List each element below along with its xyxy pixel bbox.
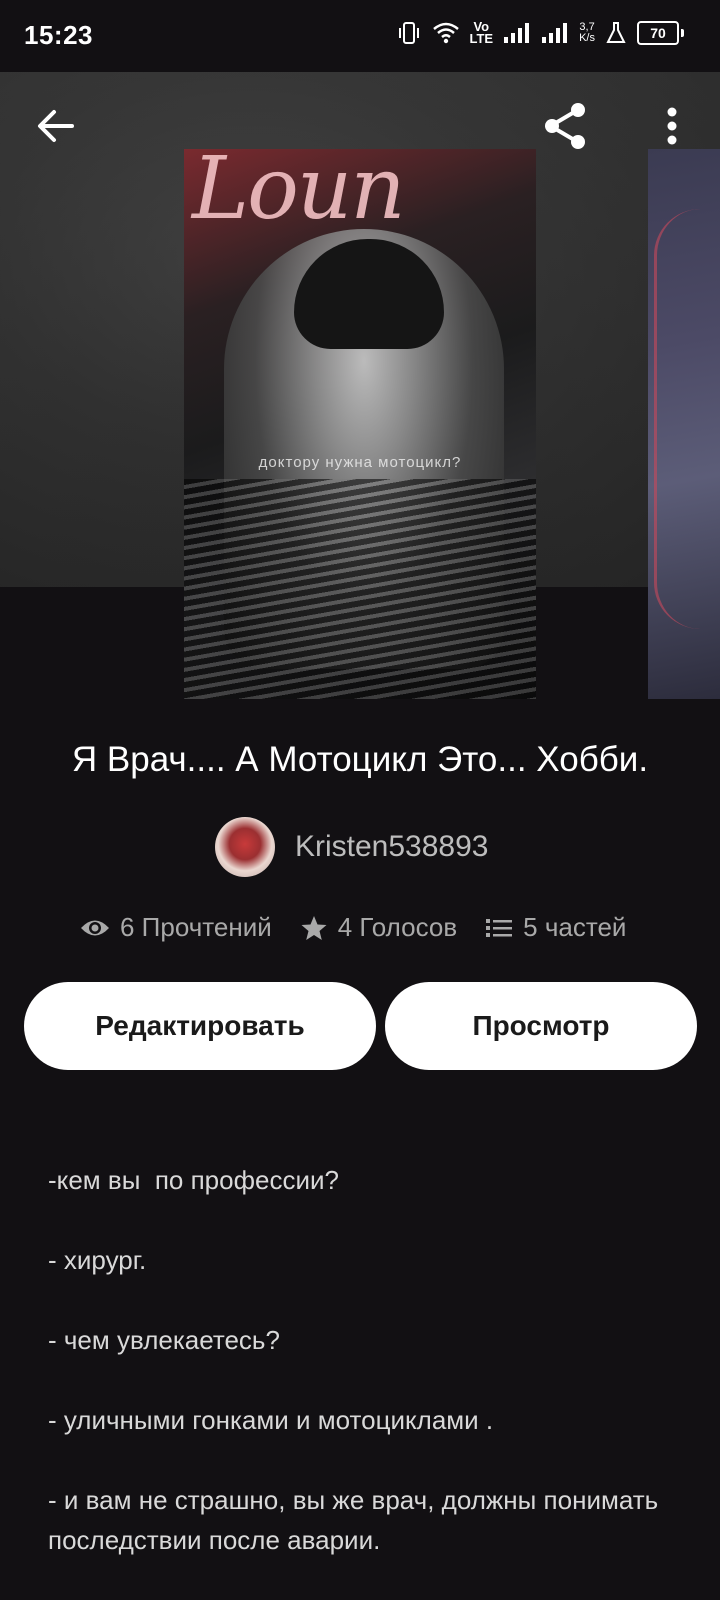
cover-subtitle: доктору нужна мотоцикл?: [258, 454, 462, 471]
description-line: - и вам не страшно, вы же врач, должны п…: [48, 1485, 666, 1555]
reads-count: 6 Прочтений: [120, 912, 272, 942]
status-icons: Vo LTE 3,7 K/s 70: [396, 20, 684, 46]
author-name[interactable]: Kristen538893: [295, 830, 488, 864]
share-icon: [545, 103, 585, 149]
description-line: - хирург.: [48, 1245, 147, 1275]
story-description: -кем вы по профессии? - хирург. - чем ув…: [48, 1160, 688, 1600]
speed-unit: K/s: [579, 32, 595, 44]
back-button[interactable]: [30, 100, 82, 152]
battery-level: 70: [637, 21, 679, 45]
more-options-button[interactable]: [652, 100, 692, 152]
status-time: 15:23: [24, 20, 93, 50]
volte-bottom: LTE: [469, 31, 494, 46]
battery-tip: [681, 29, 684, 37]
reads-stat: 6 Прочтений: [80, 912, 272, 943]
author-avatar[interactable]: [215, 817, 275, 877]
story-stats: 6 Прочтений 4 Голосов 5 частей: [80, 912, 654, 943]
author-row[interactable]: Kristen538893: [215, 817, 488, 877]
description-line: -кем вы по профессии?: [48, 1165, 339, 1195]
story-cover[interactable]: Loun доктору нужна мотоцикл?: [184, 149, 536, 699]
description-line: - уличными гонками и мотоциклами .: [48, 1405, 494, 1435]
cover-stripes: [184, 479, 536, 699]
cover-decoration: [654, 209, 720, 629]
network-speed: 3,7 K/s: [579, 22, 595, 44]
next-story-cover[interactable]: [648, 149, 720, 699]
view-button[interactable]: Просмотр: [385, 982, 697, 1070]
story-title: Я Врач.... А Мотоцикл Это... Хобби.: [71, 740, 649, 779]
edit-button[interactable]: Редактировать: [24, 982, 376, 1070]
description-line: - чем увлекаетесь?: [48, 1325, 280, 1355]
signal-icon: [504, 23, 530, 43]
wifi-icon: [432, 22, 459, 44]
share-button[interactable]: [540, 100, 592, 152]
parts-stat: 5 частей: [485, 912, 626, 943]
more-vertical-icon: [667, 107, 677, 145]
status-bar: 15:23 Vo LTE 3,7 K/s 70: [0, 0, 720, 72]
votes-count: 4 Голосов: [337, 912, 458, 942]
signal-icon-2: [542, 23, 568, 43]
volte-indicator: Vo LTE: [469, 20, 494, 46]
cover-script-text: Loun: [192, 149, 406, 239]
parts-count: 5 частей: [523, 912, 627, 942]
list-icon: [486, 918, 513, 937]
votes-stat: 4 Голосов: [300, 912, 457, 943]
eye-icon: [81, 920, 109, 935]
flask-icon: [606, 22, 626, 43]
vibrate-icon: [398, 22, 419, 44]
battery-indicator: 70: [637, 21, 684, 45]
arrow-left-icon: [38, 110, 74, 142]
star-icon: [301, 915, 327, 940]
